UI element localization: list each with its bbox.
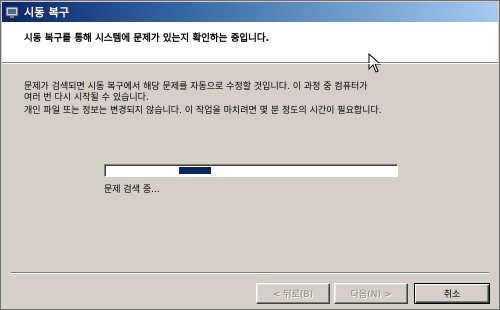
description-line-2: 여러 번 다시 시작될 수 있습니다. (24, 93, 149, 103)
privacy-note: 개인 파일 또는 정보는 변경되지 않습니다. 이 작업을 마치려면 몇 분 정… (24, 106, 382, 116)
title-bar[interactable]: 시동 복구 (2, 2, 498, 22)
next-button[interactable]: 다음(N) > (334, 283, 408, 304)
footer-separator-highlight (11, 273, 489, 274)
progress-status-text: 문제 검색 중... (104, 185, 160, 195)
back-button[interactable]: < 뒤로(B) (256, 283, 330, 304)
cancel-button[interactable]: 취소 (414, 283, 490, 304)
description-text: 문제가 검색되면 시동 복구에서 해당 문제를 자동으로 수정할 것입니다. 이… (24, 82, 484, 104)
progress-bar (104, 164, 398, 177)
description-line-1: 문제가 검색되면 시동 복구에서 해당 문제를 자동으로 수정할 것입니다. 이… (24, 82, 368, 92)
window-title: 시동 복구 (24, 6, 70, 19)
startup-repair-window: 시동 복구 시동 복구를 통해 시스템에 문제가 있는지 확인하는 중입니다. … (0, 0, 500, 310)
header-title: 시동 복구를 통해 시스템에 문제가 있는지 확인하는 중입니다. (24, 33, 270, 44)
header-separator (2, 63, 498, 64)
progress-bar-chunk (179, 167, 211, 174)
header-panel: 시동 복구를 통해 시스템에 문제가 있는지 확인하는 중입니다. (2, 22, 498, 73)
startup-repair-icon (5, 5, 19, 19)
